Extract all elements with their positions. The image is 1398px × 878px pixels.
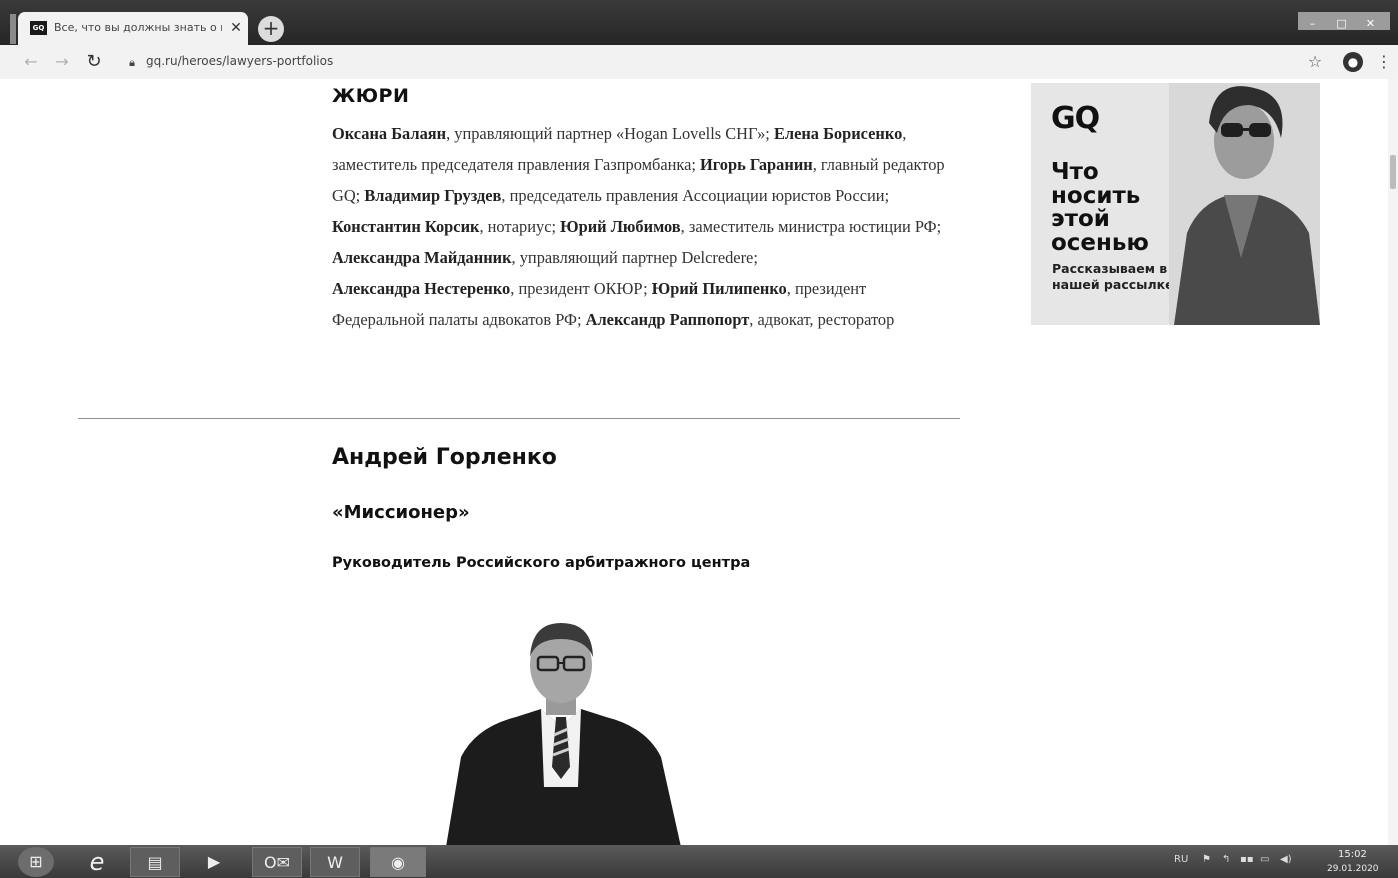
profile-name: Андрей Горленко bbox=[332, 445, 557, 470]
jury-member-role: , председатель правления Ассоциации юрис… bbox=[501, 186, 890, 205]
jury-member-name: Оксана Балаян bbox=[332, 124, 447, 143]
media-player-icon[interactable]: ▶ bbox=[196, 847, 232, 877]
close-window-icon[interactable]: ✕ bbox=[1356, 15, 1385, 33]
jury-member-role: , президент ОКЮР; bbox=[510, 279, 652, 298]
jury-member-role: , управляющий партнер Delcredere; bbox=[511, 248, 758, 267]
new-tab-button[interactable]: + bbox=[258, 16, 284, 42]
profile-photo bbox=[446, 623, 681, 845]
browser-tab-strip: GQ Все, что вы должны знать о пр ✕ + – □ ✕ bbox=[0, 0, 1398, 45]
lock-icon[interactable]: 🔒︎ bbox=[124, 55, 140, 71]
window-controls: – □ ✕ bbox=[1298, 12, 1390, 30]
browser-menu-icon[interactable]: ⋮ bbox=[1376, 51, 1392, 73]
gq-favicon-icon: GQ bbox=[30, 21, 47, 35]
chrome-taskbar-icon[interactable]: ◉ bbox=[370, 847, 426, 877]
jury-member-name: Владимир Груздев bbox=[364, 186, 502, 205]
tab-close-icon[interactable]: ✕ bbox=[226, 18, 246, 38]
word-icon[interactable]: W bbox=[310, 847, 360, 877]
maximize-icon[interactable]: □ bbox=[1327, 15, 1356, 33]
jury-member-role: , заместитель министра юстиции РФ; bbox=[680, 217, 942, 236]
forward-arrow-icon[interactable]: → bbox=[51, 51, 73, 73]
jury-member-name: Игорь Гаранин bbox=[700, 155, 813, 174]
reload-icon[interactable]: ↻ bbox=[83, 51, 105, 73]
tab-title: Все, что вы должны знать о пр bbox=[54, 21, 222, 34]
back-arrow-icon[interactable]: ← bbox=[20, 51, 42, 73]
internet-explorer-icon[interactable]: e bbox=[80, 847, 114, 877]
jury-member-name: Александр Раппопорт bbox=[585, 310, 750, 329]
ad-subtext: Рассказываем в нашей рассылке bbox=[1052, 261, 1174, 292]
url-field[interactable]: gq.ru/heroes/lawyers-portfolios bbox=[146, 54, 333, 68]
language-indicator[interactable]: RU bbox=[1174, 854, 1188, 865]
page-scrollbar[interactable] bbox=[1388, 79, 1398, 845]
jury-member-name: Александра Майданник bbox=[332, 248, 512, 267]
section-divider bbox=[78, 418, 960, 419]
volume-icon[interactable]: ◀) bbox=[1280, 854, 1292, 865]
jury-member-name: Юрий Любимов bbox=[560, 217, 681, 236]
browser-tab-active[interactable]: GQ Все, что вы должны знать о пр ✕ bbox=[18, 12, 248, 45]
minimize-icon[interactable]: – bbox=[1298, 15, 1327, 33]
jury-heading: ЖЮРИ bbox=[332, 85, 410, 107]
windows-taskbar: ⊞ e ▤ ▶ O✉ W ◉ RU ⚑ ↰ ▪▪ ▭ ◀) 15:02 29.0… bbox=[0, 845, 1398, 878]
jury-member-role: , адвокат, ресторатор bbox=[749, 310, 895, 329]
ad-model-photo bbox=[1169, 83, 1320, 325]
jury-member-name: Юрий Пилипенко bbox=[651, 279, 787, 298]
network-icon[interactable]: ▭ bbox=[1260, 854, 1269, 865]
tray-app-icon[interactable]: ▪▪ bbox=[1240, 854, 1254, 865]
scrollbar-thumb[interactable] bbox=[1390, 155, 1396, 189]
jury-member-role: , нотариус; bbox=[479, 217, 561, 236]
jury-member-name: Елена Борисенко bbox=[773, 124, 903, 143]
jury-member-name: Константин Корсик bbox=[332, 217, 480, 236]
start-button-icon[interactable]: ⊞ bbox=[18, 847, 54, 877]
bookmark-star-icon[interactable]: ☆ bbox=[1304, 51, 1326, 73]
account-icon[interactable]: ● bbox=[1343, 52, 1363, 72]
tray-arrow-icon[interactable]: ↰ bbox=[1222, 854, 1230, 865]
address-bar: ← → ↻ 🔒︎ gq.ru/heroes/lawyers-portfolios… bbox=[0, 45, 1398, 79]
outlook-icon[interactable]: O✉ bbox=[252, 847, 302, 877]
profile-position: Руководитель Российского арбитражного це… bbox=[332, 555, 751, 571]
action-center-flag-icon[interactable]: ⚑ bbox=[1202, 854, 1211, 865]
jury-members-paragraph: Оксана Балаян, управляющий партнер «Hoga… bbox=[332, 118, 952, 335]
gq-logo: GQ bbox=[1051, 101, 1100, 136]
tab-strip-edge bbox=[10, 14, 16, 44]
profile-nomination: «Миссионер» bbox=[332, 502, 470, 523]
jury-member-role: , управляющий партнер «Hogan Lovells СНГ… bbox=[446, 124, 774, 143]
page-content: ЖЮРИ Оксана Балаян, управляющий партнер … bbox=[0, 79, 1388, 845]
file-explorer-icon[interactable]: ▤ bbox=[130, 847, 180, 877]
clock-time[interactable]: 15:02 bbox=[1338, 849, 1367, 860]
jury-member-name: Александра Нестеренко bbox=[332, 279, 511, 298]
gq-newsletter-ad[interactable]: GQ Что носить этой осенью Рассказываем в… bbox=[1031, 83, 1320, 325]
clock-date[interactable]: 29.01.2020 bbox=[1327, 864, 1379, 874]
